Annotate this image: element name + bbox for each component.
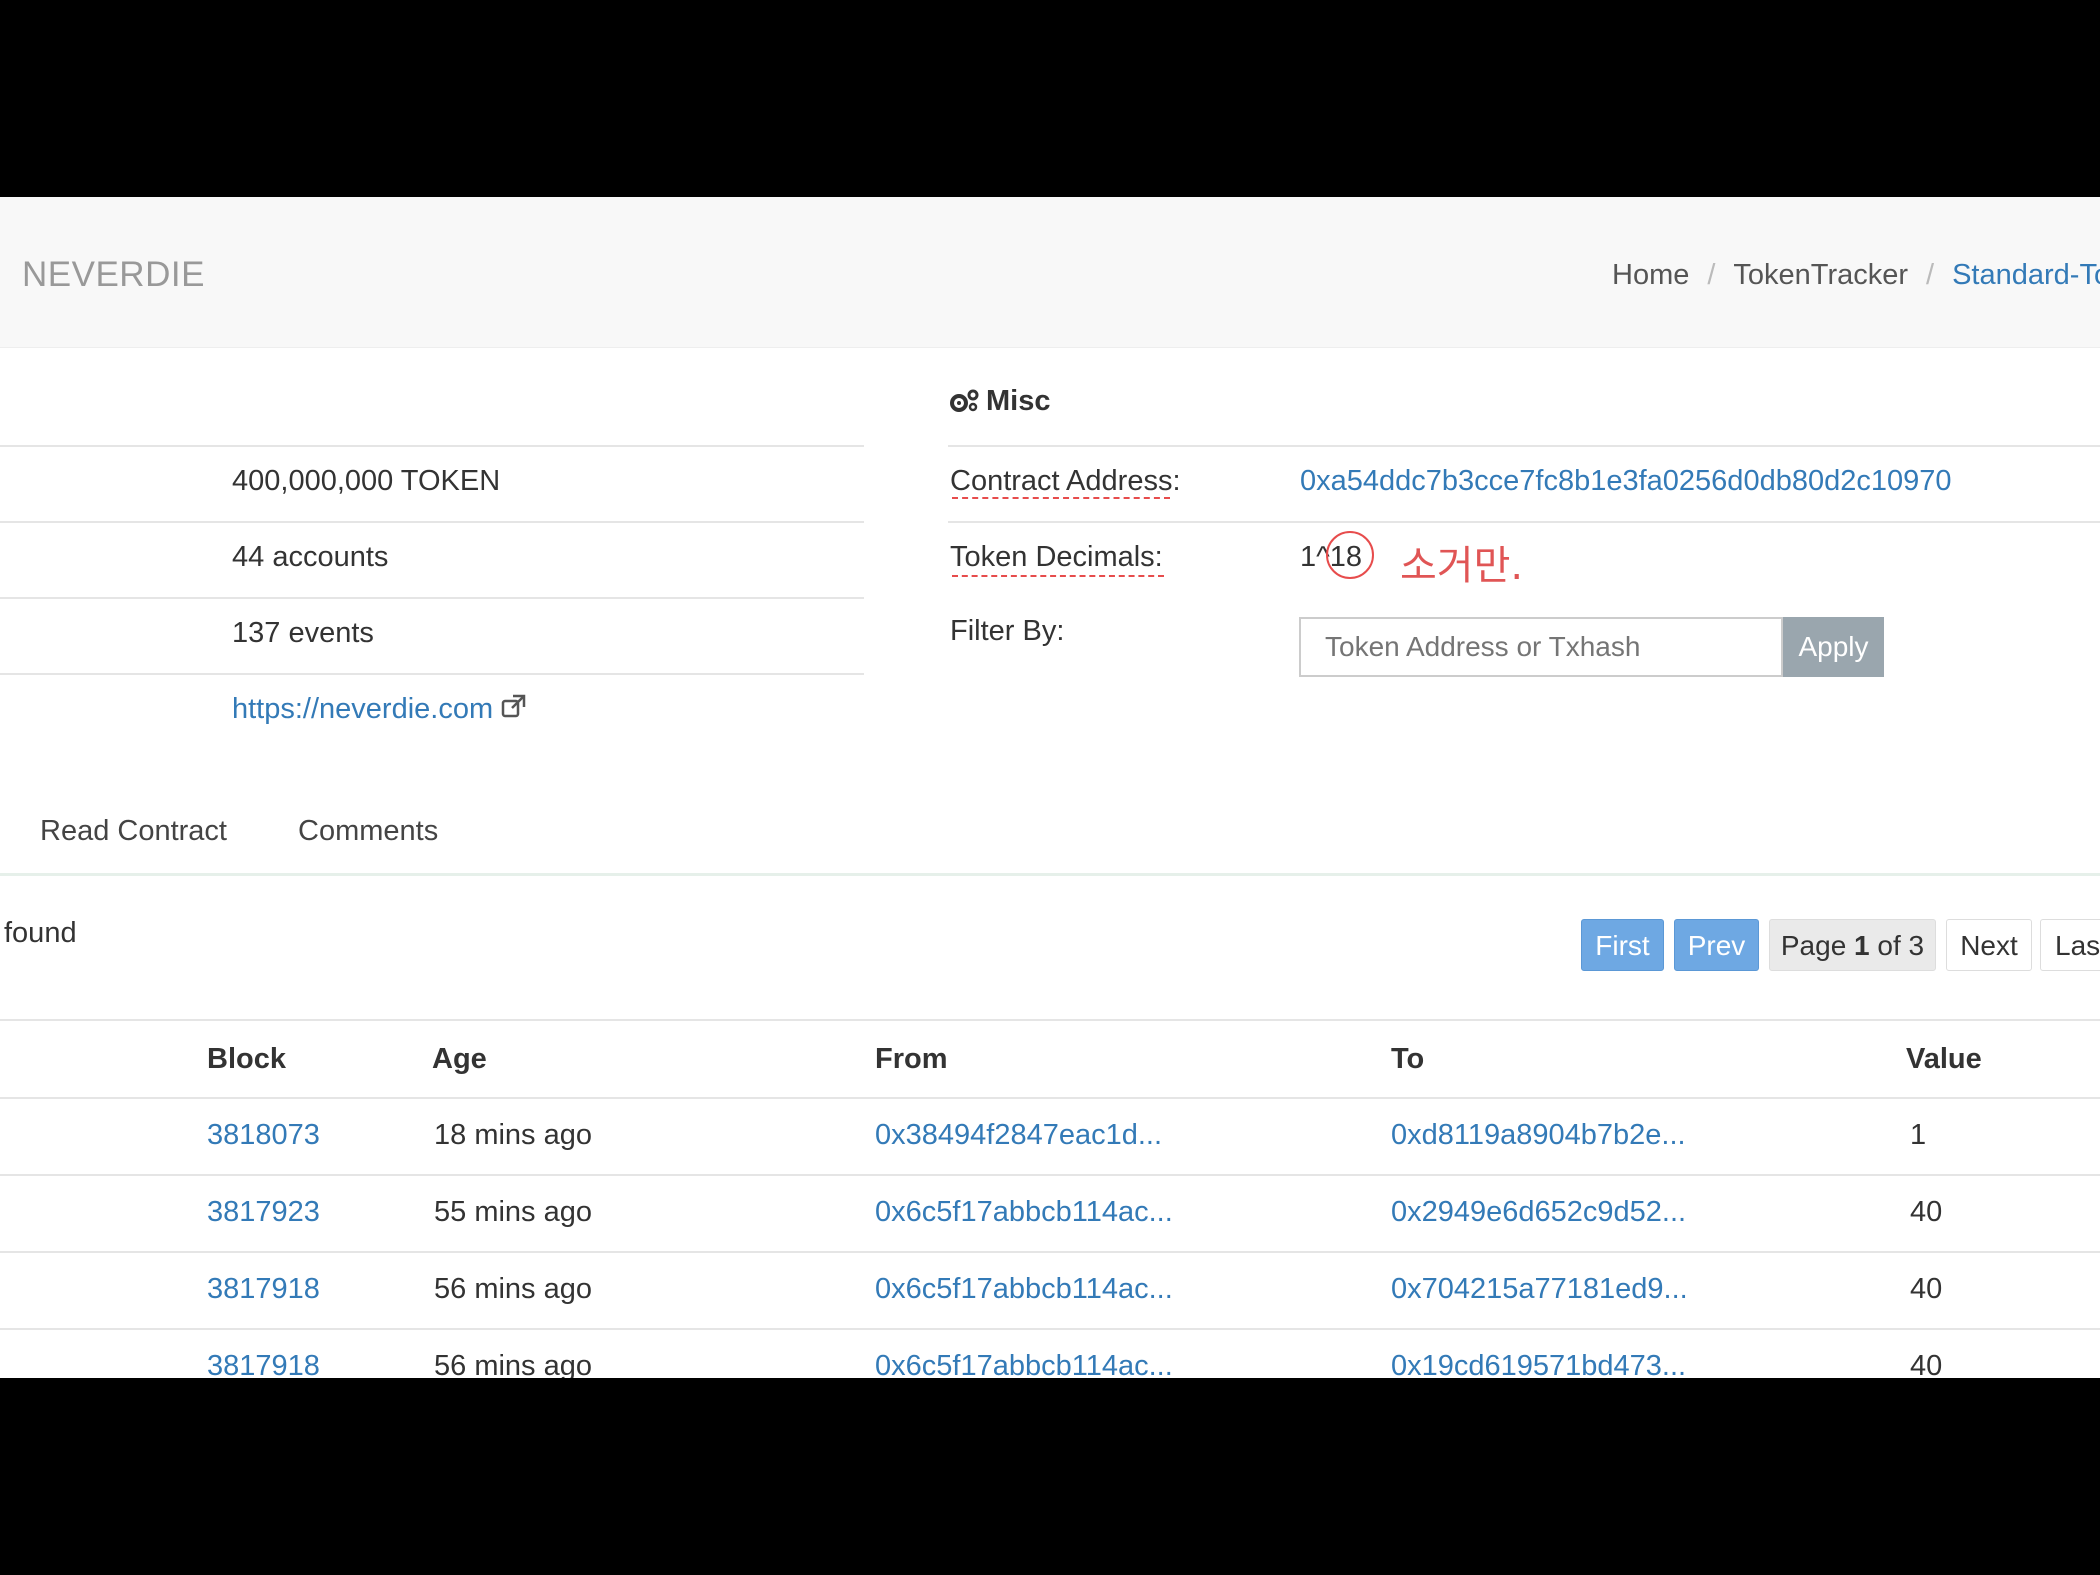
filter-label: Filter By: [950,615,1065,647]
apply-button[interactable]: Apply [1783,617,1884,677]
page-prefix: Page [1780,930,1855,961]
external-link-icon[interactable] [501,693,527,719]
age-cell: 55 mins ago [434,1196,592,1228]
breadcrumb-home[interactable]: Home [1612,259,1689,291]
tab-comments[interactable]: Comments [298,815,438,848]
browser-screen: NEVERDIE Home / TokenTracker / Standard-To 4… [0,197,2100,1378]
summary-row-transfers: 137 events [0,597,864,675]
from-address-link[interactable]: 0x38494f2847eac1d... [875,1119,1162,1152]
age-cell: 56 mins ago [434,1350,592,1378]
to-address-link[interactable]: 0x19cd619571bd473... [1391,1350,1686,1378]
annotation-underline [952,497,1170,499]
handwritten-annotation: 소거만. [1400,543,1524,589]
annotation-underline [952,575,1164,577]
age-cell: 18 mins ago [434,1119,592,1151]
pager-first-button[interactable]: First [1581,919,1664,971]
block-link[interactable]: 3817918 [207,1350,320,1378]
column-header-block: Block [207,1043,286,1075]
misc-heading: Misc [948,385,1050,418]
block-link[interactable]: 3818073 [207,1119,320,1152]
value-cell: 40 [1910,1350,1943,1378]
breadcrumb: Home / TokenTracker / Standard-To [1612,259,2100,292]
column-header-value: Value [1906,1043,1982,1075]
summary-row-website: https://neverdie.com [0,673,864,751]
website-cell: https://neverdie.com [232,693,527,726]
pager-page-indicator: Page 1 of 3 [1769,919,1936,971]
breadcrumb-current[interactable]: Standard-To [1952,259,2100,291]
column-header-to: To [1391,1043,1425,1075]
gears-icon [950,389,979,412]
total-supply-value: 400,000,000 TOKEN [232,465,501,497]
contract-address-link[interactable]: 0xa54ddc7b3cce7fc8b1e3fa0256d0db80d2c109… [1300,465,1951,498]
table-row: 3817923 55 mins ago 0x6c5f17abbcb114ac..… [0,1174,2100,1253]
pager-last-button[interactable]: Las [2040,919,2100,971]
transfers-table-header: Block Age From To Value [0,1019,2100,1099]
pager-next-button[interactable]: Next [1946,919,2032,971]
token-decimals-row: Token Decimals: 1^18 [948,521,2100,599]
to-address-link[interactable]: 0x704215a77181ed9... [1391,1273,1688,1306]
table-row: 3818073 18 mins ago 0x38494f2847eac1d...… [0,1097,2100,1176]
tab-read-contract[interactable]: Read Contract [40,815,227,848]
token-decimals-label: Token Decimals: [950,541,1163,573]
pager-prev-button[interactable]: Prev [1674,919,1759,971]
results-count-text: found [4,917,77,949]
age-cell: 56 mins ago [434,1273,592,1305]
holders-value: 44 accounts [232,541,389,573]
top-header: NEVERDIE Home / TokenTracker / Standard-To [0,197,2100,348]
transfers-value: 137 events [232,617,374,649]
value-cell: 40 [1910,1273,1943,1305]
column-header-age: Age [432,1043,487,1075]
value-cell: 40 [1910,1196,1943,1228]
breadcrumb-tokentracker[interactable]: TokenTracker [1733,259,1908,291]
summary-row-holders: 44 accounts [0,521,864,599]
contract-address-label: Contract Address: [950,465,1181,497]
page-suffix: of 3 [1869,930,1925,961]
annotation-circle [1326,531,1374,579]
table-row: 3817918 56 mins ago 0x6c5f17abbcb114ac..… [0,1328,2100,1378]
block-link[interactable]: 3817918 [207,1273,320,1306]
filter-input[interactable] [1299,617,1783,677]
table-row: 3817918 56 mins ago 0x6c5f17abbcb114ac..… [0,1251,2100,1330]
website-link[interactable]: https://neverdie.com [232,693,493,725]
to-address-link[interactable]: 0x2949e6d652c9d52... [1391,1196,1686,1229]
misc-title: Misc [986,385,1051,417]
token-name: NEVERDIE [22,255,205,294]
breadcrumb-separator: / [1926,259,1935,291]
block-link[interactable]: 3817923 [207,1196,320,1229]
tab-divider [0,873,2100,876]
to-address-link[interactable]: 0xd8119a8904b7b2e... [1391,1119,1686,1152]
breadcrumb-separator: / [1707,259,1716,291]
column-header-from: From [875,1043,948,1075]
summary-row-supply: 400,000,000 TOKEN [0,445,864,523]
from-address-link[interactable]: 0x6c5f17abbcb114ac... [875,1196,1173,1229]
value-cell: 1 [1910,1119,1927,1151]
from-address-link[interactable]: 0x6c5f17abbcb114ac... [875,1273,1173,1306]
from-address-link[interactable]: 0x6c5f17abbcb114ac... [875,1350,1173,1378]
contract-address-row: Contract Address: 0xa54ddc7b3cce7fc8b1e3… [948,445,2100,523]
page-current: 1 [1854,930,1870,961]
